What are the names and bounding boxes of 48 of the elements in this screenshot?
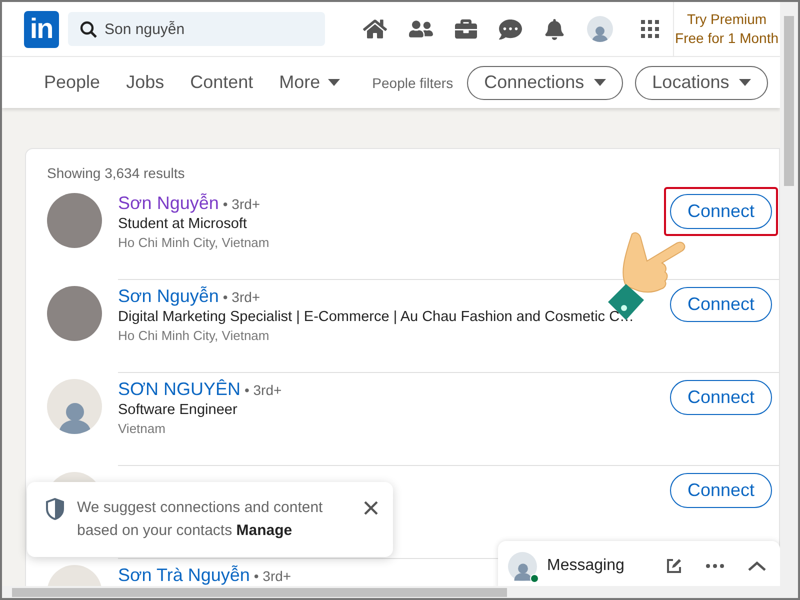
bell-icon[interactable]: [544, 18, 565, 40]
person-headline: Digital Marketing Specialist | E-Commerce | Au Chau Fashion and Cosmetic C…: [118, 309, 636, 325]
more-icon[interactable]: [706, 564, 724, 568]
filter-tab[interactable]: Jobs: [126, 72, 164, 93]
filters-label: People filters: [372, 74, 454, 90]
manage-link[interactable]: Manage: [236, 522, 292, 539]
connection-degree: • 3rd+: [222, 196, 260, 212]
filter-tab[interactable]: More: [279, 72, 340, 93]
connection-degree: • 3rd+: [254, 568, 292, 584]
connect-button[interactable]: Connect: [670, 287, 772, 322]
filter-dropdown[interactable]: Locations: [635, 66, 768, 100]
messaging-bar[interactable]: Messaging: [498, 541, 780, 586]
search-icon: [80, 20, 97, 38]
chat-bubble-icon[interactable]: [498, 18, 522, 40]
filter-tab[interactable]: Content: [190, 72, 254, 93]
logo[interactable]: in: [24, 10, 59, 48]
connect-button[interactable]: Connect: [670, 473, 772, 508]
filter-dropdown[interactable]: Connections: [467, 66, 624, 100]
connect-button[interactable]: Connect: [670, 380, 772, 415]
person-headline: Software Engineer: [118, 402, 238, 418]
briefcase-icon[interactable]: [454, 18, 477, 40]
avatar-silhouette-icon: [512, 562, 534, 580]
person-location: Ho Chi Minh City, Vietnam: [118, 328, 270, 343]
home-icon[interactable]: [362, 17, 387, 41]
suggestion-text: We suggest connections and content based on your contacts Manage: [77, 498, 324, 541]
person-name-link[interactable]: SƠN NGUYÊN: [118, 379, 240, 400]
person-location: Vietnam: [118, 421, 166, 436]
connection-degree: • 3rd+: [222, 289, 260, 305]
connect-button[interactable]: Connect: [670, 194, 772, 229]
grid-icon[interactable]: [640, 20, 659, 38]
caret-icon: [739, 79, 752, 86]
shield-icon: [45, 498, 65, 520]
caret-icon: [594, 79, 606, 86]
chevron-up-icon[interactable]: [748, 561, 766, 571]
search-bar[interactable]: Son nguyễn: [68, 12, 325, 46]
person-location: Ho Chi Minh City, Vietnam: [118, 235, 270, 250]
search-input[interactable]: Son nguyễn: [104, 20, 325, 38]
person-name-link[interactable]: Sơn Nguyễn: [118, 193, 219, 214]
person-headline: Student at Microsoft: [118, 216, 248, 232]
messaging-title: Messaging: [547, 557, 626, 575]
person-name-link[interactable]: Sơn Nguyễn: [118, 286, 219, 307]
profile-avatar[interactable]: [586, 16, 613, 42]
connection-degree: • 3rd+: [244, 382, 282, 398]
filter-tab[interactable]: People: [44, 72, 100, 93]
avatar-silhouette-icon: [590, 25, 610, 42]
compose-icon[interactable]: [666, 558, 682, 574]
person-name-link[interactable]: Sơn Trà Nguyễn: [118, 565, 250, 586]
results-count: Showing 3,634 results: [46, 165, 186, 181]
